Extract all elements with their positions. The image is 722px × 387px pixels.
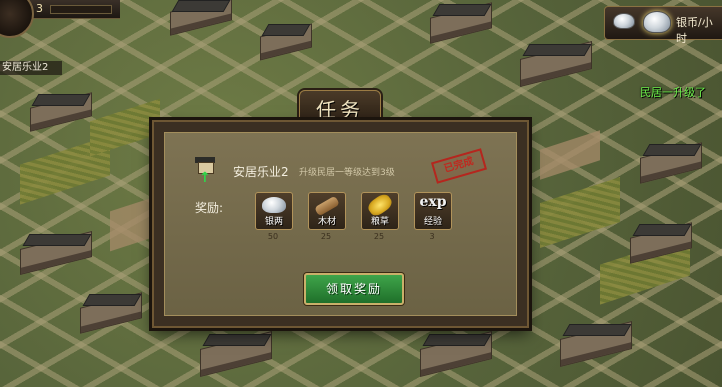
reward-label: 奖励: [195,201,224,215]
upgrade-notice: 民居一升级了 [640,86,706,99]
house-upgrade-icon: ↑ [195,157,217,186]
level-number: 3 [36,2,43,15]
reward-wood[interactable]: 木材 [308,192,346,230]
quest-name: 安居乐业2 [233,165,289,179]
silver-icon [613,13,635,29]
claim-reward-button[interactable]: 领取奖励 [304,273,404,305]
reward-qty: 50 [267,232,279,241]
reward-name: 木材 [317,217,336,227]
area-label: 安居乐业2 [0,61,62,75]
reward-qty: 25 [373,232,385,241]
task-panel: ↑ 安居乐业2 升级民居一等级达到3级 已完成 奖励: 银两 50 木材 25 … [164,132,517,316]
reward-qty: 25 [320,232,332,241]
reward-name: 粮草 [370,217,389,227]
reward-qty: 3 [429,232,435,241]
exp-icon: exp [419,194,447,210]
currency-rate-label: 银币/小时 [676,16,713,45]
reward-name: 经验 [423,217,442,227]
quest-description: 升级民居一等级达到3级 [299,168,395,178]
dialog-title: 任务 [316,98,364,122]
silver-bowl-icon[interactable] [643,11,671,33]
reward-grain[interactable]: 粮草 [361,191,399,230]
completed-stamp: 已完成 [430,148,488,184]
reward-silver[interactable]: 银两 [255,192,293,230]
level-bar: 3 [0,0,120,38]
exp-progress-bar [50,5,112,14]
silver-ingot-icon [262,197,286,213]
reward-name: 银两 [264,217,283,227]
reward-exp[interactable]: exp 经验 [414,192,452,230]
task-dialog: ↑ 安居乐业2 升级民居一等级达到3级 已完成 奖励: 银两 50 木材 25 … [152,120,529,328]
